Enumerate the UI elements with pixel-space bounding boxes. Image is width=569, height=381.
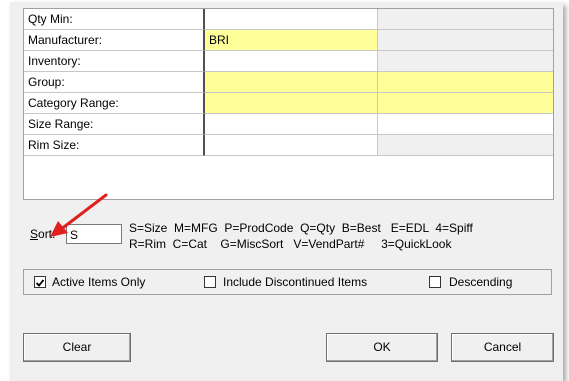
row-extra-input[interactable] [378,72,553,93]
row-label: Size Range: [24,114,205,135]
options-bar: Active Items Only Include Discontinued I… [23,269,552,295]
cancel-button[interactable]: Cancel [451,333,554,362]
row-extra-cell [378,135,553,156]
row-label: Group: [24,72,205,93]
row-label: Rim Size: [24,135,205,156]
grid-row-inventory: Inventory: [24,51,553,72]
clear-button[interactable]: Clear [23,333,131,362]
include-discontinued-label: Include Discontinued Items [223,275,368,289]
ok-button[interactable]: OK [326,333,438,362]
descending-checkbox[interactable] [429,276,441,288]
check-icon [35,279,45,287]
active-items-only-label: Active Items Only [52,275,146,289]
include-discontinued-checkbox[interactable] [204,276,216,288]
row-extra-input[interactable] [378,114,553,135]
row-value-input[interactable] [205,51,378,72]
row-extra-input[interactable] [378,93,553,114]
sort-codes-legend: S=Size M=MFG P=ProdCode Q=Qty B=Best E=E… [129,220,473,252]
row-value-input[interactable] [205,135,378,156]
row-label: Inventory: [24,51,205,72]
grid-row-group: Group: [24,72,553,93]
red-arrow-icon [44,190,114,243]
grid-row-size-range: Size Range: [24,114,553,135]
row-label: Category Range: [24,93,205,114]
row-label: Manufacturer: [24,30,205,51]
row-value-input[interactable] [205,93,378,114]
criteria-grid: Qty Min: Manufacturer: BRI Inventory: Gr… [23,8,554,200]
row-value-input[interactable]: BRI [205,30,378,51]
descending-label: Descending [449,275,513,289]
grid-row-manufacturer: Manufacturer: BRI [24,30,553,51]
sort-codes-line-1: S=Size M=MFG P=ProdCode Q=Qty B=Best E=E… [129,221,473,235]
row-extra-cell [378,51,553,72]
row-value-input[interactable] [205,72,378,93]
grid-row-category-range: Category Range: [24,93,553,114]
row-label: Qty Min: [24,9,205,30]
row-extra-cell [378,9,553,30]
row-extra-cell [378,30,553,51]
row-value-input[interactable] [205,114,378,135]
grid-row-rim-size: Rim Size: [24,135,553,156]
grid-row-qty-min: Qty Min: [24,9,553,30]
active-items-only-checkbox[interactable] [34,276,46,288]
row-value-input[interactable] [205,9,378,30]
sort-codes-line-2: R=Rim C=Cat G=MiscSort V=VendPart# 3=Qui… [129,237,452,251]
